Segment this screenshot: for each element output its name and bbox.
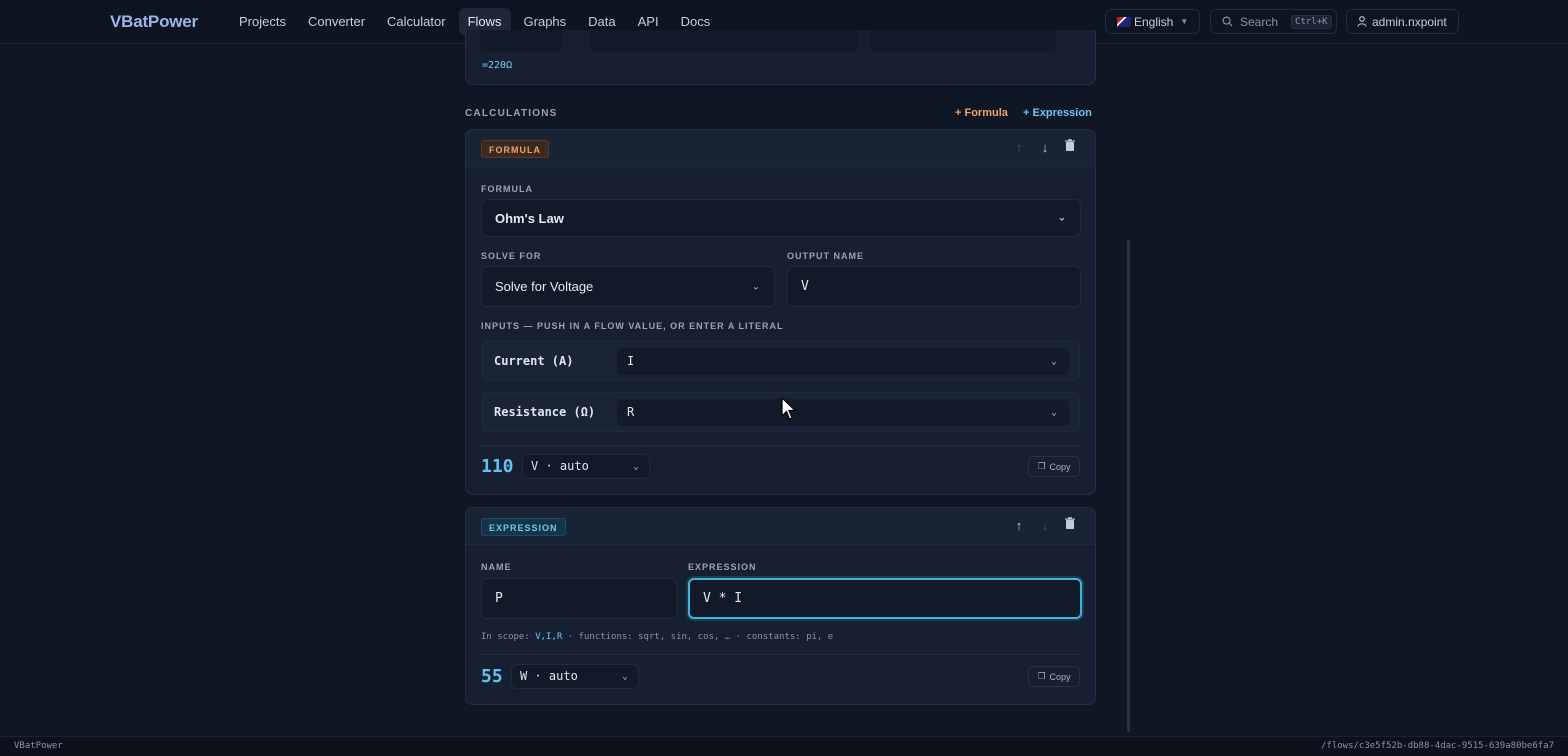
input-select-current[interactable]: I ⌄ <box>617 348 1069 375</box>
unit-value: W · auto <box>520 669 578 683</box>
add-formula-button[interactable]: + Formula <box>955 107 1008 119</box>
move-down-icon[interactable]: ↓ <box>1036 139 1054 157</box>
expression-value: V * I <box>703 591 743 606</box>
formula-label: FORMULA <box>481 184 533 194</box>
output-name-input[interactable]: V <box>787 266 1081 307</box>
expression-label: EXPRESSION <box>688 562 757 572</box>
card-header <box>466 130 1095 167</box>
user-name: admin.nxpoint <box>1372 14 1447 29</box>
input-select-resistance[interactable]: R ⌄ <box>617 399 1069 426</box>
nav-link-projects[interactable]: Projects <box>230 8 295 35</box>
footer-brand: VBatPower <box>14 741 63 751</box>
copy-icon: ❐ <box>1037 461 1046 471</box>
search-icon <box>1222 16 1233 27</box>
formula-value: Ohm's Law <box>495 210 564 226</box>
hint-prefix: In scope: <box>481 632 536 642</box>
hint-suffix: · functions: sqrt, sin, cos, … · constan… <box>562 632 834 642</box>
user-menu[interactable]: admin.nxpoint <box>1346 9 1459 34</box>
footer-path: /flows/c3e5f52b-db88-4dac-9515-639a80be6… <box>1321 741 1554 751</box>
output-name-value: V <box>801 279 809 294</box>
expression-result-value: 55 <box>481 666 503 687</box>
chevron-down-icon: ⌄ <box>621 671 628 682</box>
scrollbar[interactable] <box>1127 240 1130 732</box>
divider <box>481 654 1081 655</box>
chevron-down-icon: ⌄ <box>632 461 639 472</box>
copy-button[interactable]: ❐ Copy <box>1028 666 1080 687</box>
name-value: P <box>495 591 503 606</box>
solve-for-select[interactable]: Solve for Voltage ⌄ <box>481 266 775 307</box>
solve-for-label: SOLVE FOR <box>481 251 542 261</box>
name-label: NAME <box>481 562 512 572</box>
solve-for-value: Solve for Voltage <box>495 279 594 294</box>
chevron-down-icon: ⌄ <box>1050 407 1057 418</box>
copy-label: Copy <box>1049 461 1071 472</box>
mouse-cursor-icon <box>781 397 797 420</box>
language-label: English <box>1134 14 1174 29</box>
hint-scope: V,I,R <box>535 632 563 642</box>
chevron-down-icon: ⌄ <box>751 281 760 292</box>
move-down-icon[interactable]: ↓ <box>1036 517 1054 535</box>
formula-result-value: 110 <box>481 456 514 477</box>
chevron-down-icon: ⌄ <box>1057 212 1066 224</box>
trash-icon[interactable] <box>1061 139 1079 157</box>
scope-hint: In scope: V,I,R · functions: sqrt, sin, … <box>481 632 833 642</box>
add-expression-button[interactable]: + Expression <box>1023 107 1092 119</box>
formula-select[interactable]: Ohm's Law ⌄ <box>481 199 1081 237</box>
copy-icon: ❐ <box>1037 671 1046 681</box>
name-input[interactable]: P <box>481 578 677 619</box>
uk-flag-icon <box>1117 16 1131 27</box>
status-bar: VBatPower /flows/c3e5f52b-db88-4dac-9515… <box>0 736 1568 756</box>
input-label: Resistance (Ω) <box>494 405 596 419</box>
unit-value: V · auto <box>531 459 589 473</box>
nav-link-calculator[interactable]: Calculator <box>378 8 455 35</box>
expression-card: EXPRESSION ↑ ↓ NAME P EXPRESSION V * I I… <box>465 507 1096 705</box>
input-value: R <box>627 405 635 419</box>
inputs-label: INPUTS — PUSH IN A FLOW VALUE, OR ENTER … <box>481 321 784 331</box>
chevron-down-icon: ▼ <box>1180 17 1189 26</box>
output-name-label: OUTPUT NAME <box>787 251 864 261</box>
copy-button[interactable]: ❐ Copy <box>1028 456 1080 477</box>
input-value: I <box>627 354 635 368</box>
equation-value: =220Ω <box>482 60 513 71</box>
formula-badge: FORMULA <box>481 140 549 158</box>
nav-link-converter[interactable]: Converter <box>299 8 374 35</box>
formula-card: FORMULA ↑ ↓ FORMULA Ohm's Law ⌄ SOLVE FO… <box>465 129 1096 495</box>
trash-icon[interactable] <box>1061 517 1079 535</box>
move-up-icon[interactable]: ↑ <box>1010 139 1028 157</box>
chevron-down-icon: ⌄ <box>1050 356 1057 367</box>
ghost-field <box>480 30 562 52</box>
input-row-current: Current (A) I ⌄ <box>482 341 1080 381</box>
ghost-field <box>870 30 1056 52</box>
expression-badge: EXPRESSION <box>481 518 566 536</box>
move-up-icon[interactable]: ↑ <box>1010 517 1028 535</box>
input-label: Current (A) <box>494 354 574 368</box>
expression-unit-select[interactable]: W · auto ⌄ <box>511 664 639 689</box>
divider <box>481 445 1081 446</box>
ghost-field <box>590 30 858 52</box>
formula-unit-select[interactable]: V · auto ⌄ <box>522 454 650 479</box>
copy-label: Copy <box>1049 671 1071 682</box>
calculations-label: CALCULATIONS <box>465 108 558 119</box>
brand-logo[interactable]: VBatPower <box>110 12 198 32</box>
previous-card: =220Ω <box>465 30 1096 85</box>
language-select[interactable]: English ▼ <box>1105 9 1200 34</box>
search-shortcut: Ctrl+K <box>1291 14 1332 29</box>
search-button[interactable]: Search Ctrl+K <box>1210 9 1337 34</box>
expression-input[interactable]: V * I <box>688 578 1082 619</box>
user-icon <box>1357 16 1367 27</box>
search-label: Search <box>1240 14 1279 29</box>
